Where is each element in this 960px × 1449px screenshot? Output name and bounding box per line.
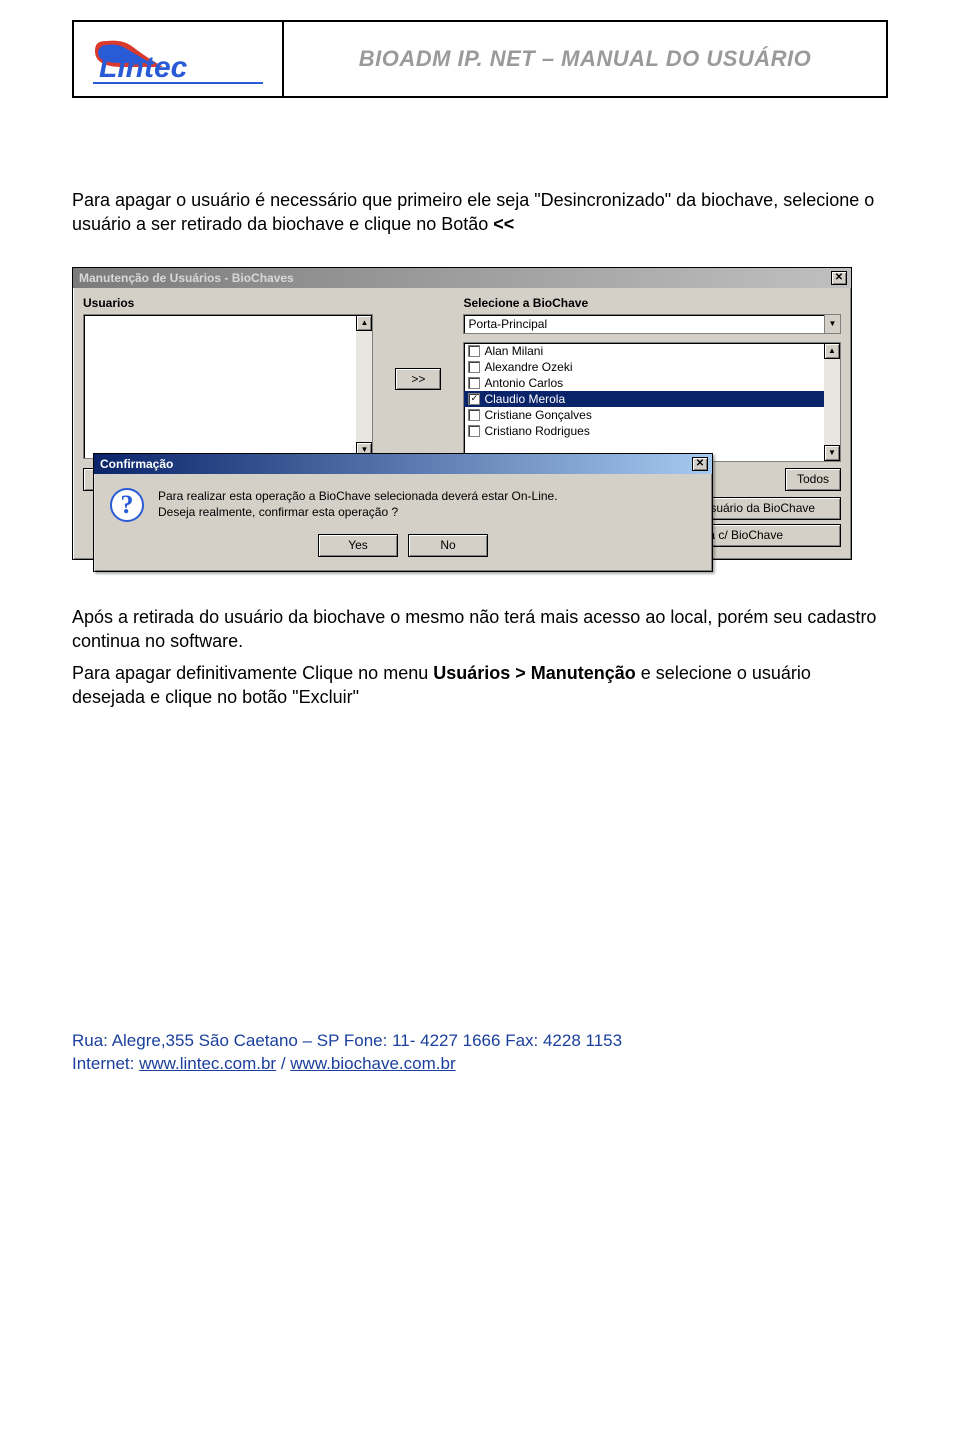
footer-sep: /: [276, 1054, 290, 1073]
footer-line2: Internet: www.lintec.com.br / www.biocha…: [72, 1053, 888, 1076]
checkbox-icon[interactable]: [468, 361, 480, 373]
confirm-message: Para realizar esta operação a BioChave s…: [158, 488, 558, 520]
user-name: Antonio Carlos: [484, 376, 563, 390]
combo-value: Porta-Principal: [464, 315, 824, 333]
doc-title: BIOADM IP. NET – MANUAL DO USUÁRIO: [284, 22, 886, 96]
question-icon: ?: [110, 488, 144, 522]
p2a: Após a retirada do usuário da biochave o…: [72, 607, 876, 651]
p2b: Para apagar definitivamente Clique no me…: [72, 663, 433, 683]
p1-text: Para apagar o usuário é necessário que p…: [72, 190, 874, 234]
user-name: Cristiano Rodrigues: [484, 424, 589, 438]
paragraph-1: Para apagar o usuário é necessário que p…: [72, 188, 888, 237]
p2c: Usuários > Manutenção: [433, 663, 636, 683]
checkbox-icon[interactable]: [468, 345, 480, 357]
scrollbar-right[interactable]: ▲ ▼: [824, 343, 840, 461]
checkbox-icon[interactable]: [468, 377, 480, 389]
col-usuarios: Usuarios ▲ ▼: [83, 296, 373, 462]
no-button[interactable]: No: [408, 534, 488, 557]
col-middle: >>: [383, 296, 453, 462]
user-name: Alan Milani: [484, 344, 543, 358]
paragraph-2: Após a retirada do usuário da biochave o…: [72, 605, 888, 654]
biochave-combo[interactable]: Porta-Principal ▼: [463, 314, 841, 334]
user-name: Cristiane Gonçalves: [484, 408, 591, 422]
user-row[interactable]: Alexandre Ozeki: [464, 359, 824, 375]
scroll-up-icon[interactable]: ▲: [356, 315, 372, 331]
checkbox-icon[interactable]: [468, 425, 480, 437]
user-row[interactable]: Antonio Carlos: [464, 375, 824, 391]
paragraph-3: Para apagar definitivamente Clique no me…: [72, 661, 888, 710]
svg-text:Lintec: Lintec: [99, 51, 188, 84]
close-icon[interactable]: ✕: [831, 271, 847, 285]
footer-link1[interactable]: www.lintec.com.br: [139, 1054, 276, 1073]
scroll-down-icon[interactable]: ▼: [824, 445, 840, 461]
user-row[interactable]: Alan Milani: [464, 343, 824, 359]
footer-prefix: Internet:: [72, 1054, 139, 1073]
biochave-users-listbox[interactable]: Alan Milani Alexandre Ozeki Antonio Carlos…: [463, 342, 841, 462]
label-usuarios: Usuarios: [83, 296, 373, 310]
lintec-logo: Lintec: [93, 33, 263, 85]
close-icon[interactable]: ✕: [692, 457, 708, 471]
main-titlebar: Manutenção de Usuários - BioChaves ✕: [73, 268, 851, 288]
confirm-line2: Deseja realmente, confirmar esta operaçã…: [158, 504, 558, 520]
footer-link2[interactable]: www.biochave.com.br: [290, 1054, 455, 1073]
confirm-line1: Para realizar esta operação a BioChave s…: [158, 488, 558, 504]
footer-line1: Rua: Alegre,355 São Caetano – SP Fone: 1…: [72, 1030, 888, 1053]
user-row[interactable]: Cristiano Rodrigues: [464, 423, 824, 439]
user-name: Claudio Merola: [484, 392, 565, 406]
screenshot-wrapper: Manutenção de Usuários - BioChaves ✕ Usu…: [72, 267, 852, 560]
confirm-title: Confirmação: [100, 457, 173, 471]
logo-cell: Lintec: [74, 22, 284, 96]
checkbox-icon[interactable]: [468, 409, 480, 421]
scrollbar-left[interactable]: ▲ ▼: [356, 315, 372, 458]
chevron-down-icon[interactable]: ▼: [824, 315, 840, 333]
user-row[interactable]: ✓ Claudio Merola: [464, 391, 824, 407]
user-name: Alexandre Ozeki: [484, 360, 572, 374]
user-row[interactable]: Cristiane Gonçalves: [464, 407, 824, 423]
main-window-title: Manutenção de Usuários - BioChaves: [79, 271, 294, 285]
label-selecione: Selecione a BioChave: [463, 296, 841, 310]
p1-bold: <<: [493, 214, 514, 234]
scroll-up-icon[interactable]: ▲: [824, 343, 840, 359]
checkbox-icon[interactable]: ✓: [468, 393, 480, 405]
confirmation-dialog-wrap: Confirmação ✕ ? Para realizar esta opera…: [93, 453, 713, 572]
todos-button[interactable]: Todos: [785, 468, 841, 491]
yes-button[interactable]: Yes: [318, 534, 398, 557]
usuarios-listbox[interactable]: ▲ ▼: [83, 314, 373, 459]
confirm-titlebar: Confirmação ✕: [94, 454, 712, 474]
col-biochave: Selecione a BioChave Porta-Principal ▼ A…: [463, 296, 841, 462]
doc-header: Lintec BIOADM IP. NET – MANUAL DO USUÁRI…: [72, 20, 888, 98]
main-window: Manutenção de Usuários - BioChaves ✕ Usu…: [72, 267, 852, 560]
doc-footer: Rua: Alegre,355 São Caetano – SP Fone: 1…: [72, 1030, 888, 1076]
confirmation-dialog: Confirmação ✕ ? Para realizar esta opera…: [93, 453, 713, 572]
move-right-button[interactable]: >>: [395, 368, 441, 390]
